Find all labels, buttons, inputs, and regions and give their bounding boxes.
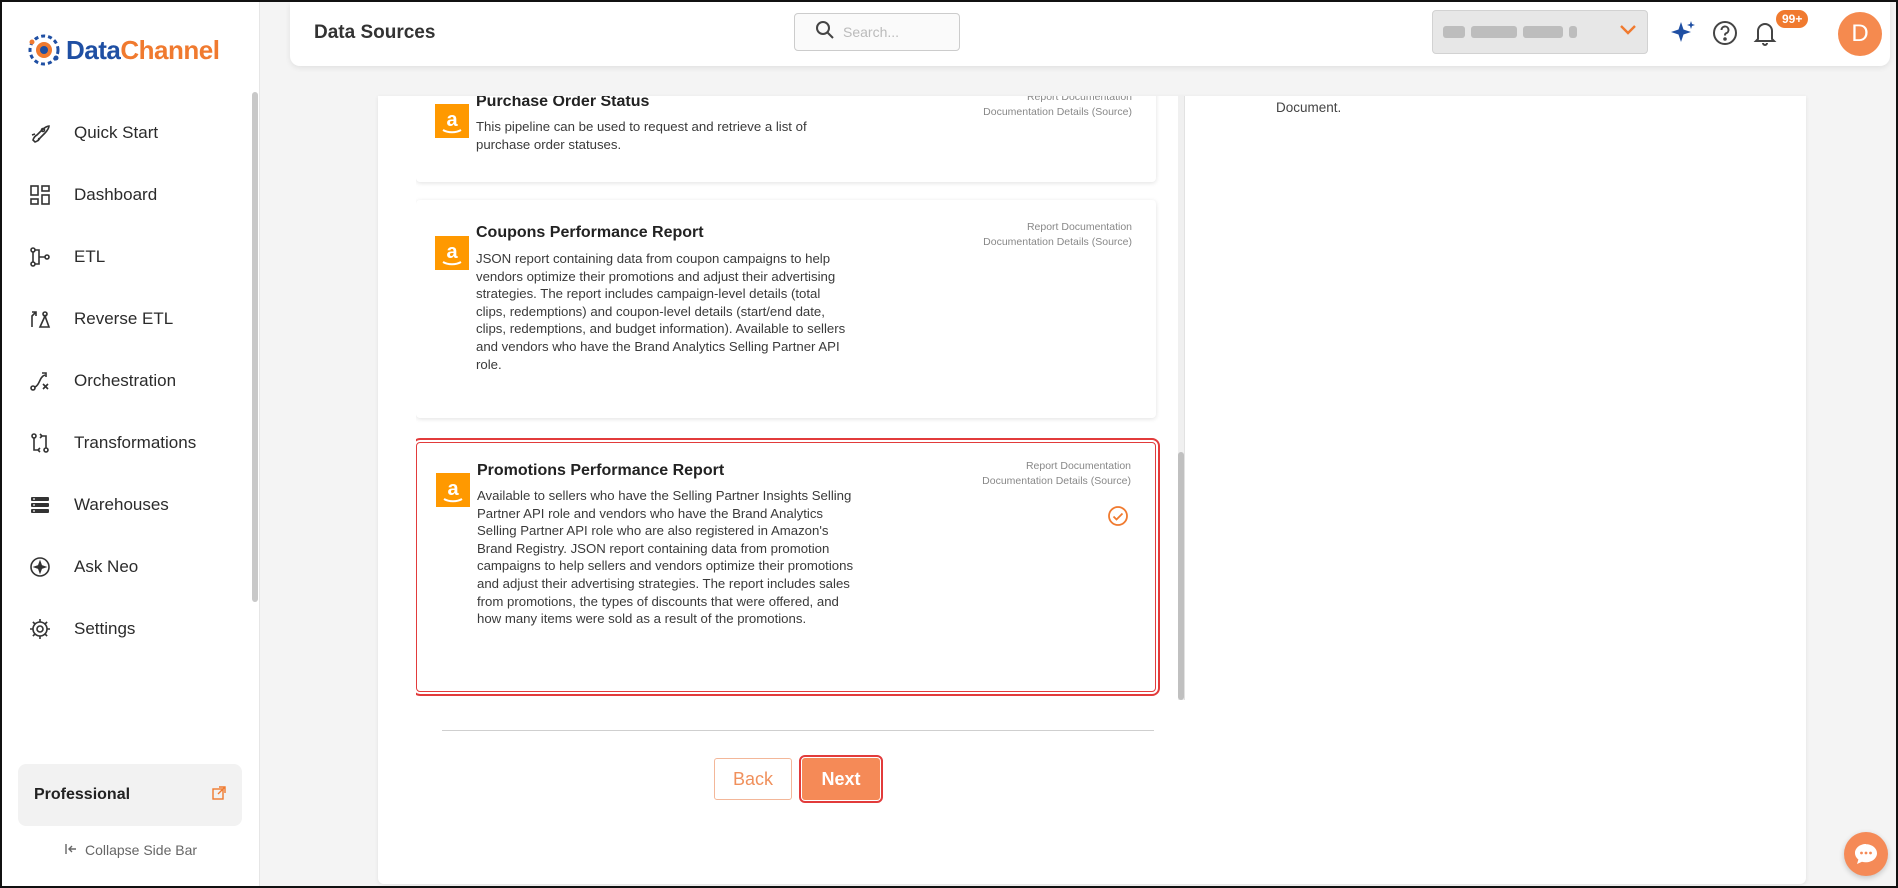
details-text: Document. bbox=[1276, 100, 1342, 115]
help-icon[interactable] bbox=[1710, 18, 1740, 48]
sidebar-item-settings[interactable]: Settings bbox=[2, 598, 252, 660]
sidebar-item-quick-start[interactable]: Quick Start bbox=[2, 102, 252, 164]
external-link-icon[interactable] bbox=[212, 785, 226, 805]
avatar[interactable]: D bbox=[1838, 12, 1882, 56]
next-button[interactable]: Next bbox=[799, 755, 883, 803]
collapse-icon bbox=[65, 842, 79, 858]
page-title: Data Sources bbox=[314, 22, 436, 43]
report-description: This pipeline can be used to request and… bbox=[476, 119, 807, 152]
check-circle-icon bbox=[1108, 506, 1128, 526]
notification-bell-icon[interactable] bbox=[1750, 18, 1780, 48]
chevron-down-icon bbox=[1619, 23, 1637, 41]
reverse-etl-icon bbox=[26, 305, 54, 333]
ask-neo-icon bbox=[26, 553, 54, 581]
sidebar-nav: Quick Start Dashboard ETL Reverse ETL Or… bbox=[2, 102, 252, 660]
amazon-logo-icon: a bbox=[436, 473, 470, 507]
svg-text:a: a bbox=[446, 241, 458, 263]
sidebar-item-reverse-etl[interactable]: Reverse ETL bbox=[2, 288, 252, 350]
sidebar-item-label: Warehouses bbox=[74, 495, 169, 514]
sidebar-item-label: Settings bbox=[74, 619, 136, 638]
search-icon bbox=[815, 20, 835, 45]
chat-button[interactable] bbox=[1844, 832, 1888, 876]
datachannel-logo-icon bbox=[28, 34, 60, 66]
sparkle-icon[interactable] bbox=[1668, 18, 1698, 48]
workspace-select[interactable] bbox=[1432, 10, 1648, 54]
back-button[interactable]: Back bbox=[714, 758, 792, 800]
plan-card[interactable]: Professional bbox=[18, 764, 242, 826]
sidebar-item-dashboard[interactable]: Dashboard bbox=[2, 164, 252, 226]
warehouses-icon bbox=[26, 491, 54, 519]
sidebar-item-label: Dashboard bbox=[74, 185, 158, 204]
plan-name: Professional bbox=[34, 786, 131, 803]
sidebar: DataChannel Quick Start Dashboard ETL Re… bbox=[2, 2, 260, 886]
dashboard-icon bbox=[26, 181, 54, 209]
report-list: a Purchase Order Status This pipeline ca… bbox=[416, 96, 1160, 700]
report-title: Promotions Performance Report bbox=[477, 462, 725, 479]
orchestration-icon bbox=[26, 367, 54, 395]
etl-icon bbox=[26, 243, 54, 271]
main-panel: a Purchase Order Status This pipeline ca… bbox=[378, 96, 1806, 884]
workspace-name-redacted bbox=[1443, 26, 1577, 38]
sidebar-scrollbar[interactable] bbox=[252, 92, 258, 602]
sidebar-item-label: Transformations bbox=[74, 433, 197, 452]
report-links: Report Documentation Documentation Detai… bbox=[983, 220, 1132, 249]
report-card-coupons-performance[interactable]: a Coupons Performance Report JSON report… bbox=[416, 200, 1156, 418]
sidebar-item-label: Quick Start bbox=[74, 123, 159, 142]
sidebar-item-label: Ask Neo bbox=[74, 557, 139, 576]
notification-badge: 99+ bbox=[1776, 10, 1809, 28]
report-title: Purchase Order Status bbox=[476, 96, 650, 110]
documentation-details-link[interactable]: Documentation Details (Source) bbox=[983, 235, 1132, 250]
sidebar-item-transformations[interactable]: Transformations bbox=[2, 412, 252, 474]
report-card-purchase-order-status[interactable]: a Purchase Order Status This pipeline ca… bbox=[416, 96, 1156, 182]
search-box[interactable] bbox=[794, 13, 960, 51]
report-description: JSON report containing data from coupon … bbox=[476, 251, 846, 372]
amazon-logo-icon: a bbox=[435, 236, 469, 270]
logo[interactable]: DataChannel bbox=[26, 32, 220, 68]
documentation-details-link[interactable]: Documentation Details (Source) bbox=[983, 105, 1132, 120]
sidebar-item-label: Orchestration bbox=[74, 371, 177, 390]
sidebar-item-orchestration[interactable]: Orchestration bbox=[2, 350, 252, 412]
documentation-details-link[interactable]: Documentation Details (Source) bbox=[982, 474, 1131, 489]
footer-divider bbox=[442, 730, 1154, 731]
chat-icon bbox=[1855, 844, 1877, 864]
report-links: Report Documentation Documentation Detai… bbox=[983, 96, 1132, 119]
sidebar-item-label: ETL bbox=[74, 247, 106, 266]
report-links: Report Documentation Documentation Detai… bbox=[982, 459, 1131, 488]
report-title: Coupons Performance Report bbox=[476, 224, 704, 241]
sidebar-item-ask-neo[interactable]: Ask Neo bbox=[2, 536, 252, 598]
collapse-label: Collapse Side Bar bbox=[84, 842, 198, 858]
report-description: Available to sellers who have the Sellin… bbox=[477, 488, 854, 627]
amazon-logo-icon: a bbox=[435, 104, 469, 138]
column-divider bbox=[1184, 96, 1185, 700]
top-header: Data Sources 99+ D bbox=[290, 2, 1890, 66]
svg-text:a: a bbox=[447, 478, 459, 500]
sidebar-item-warehouses[interactable]: Warehouses bbox=[2, 474, 252, 536]
svg-text:a: a bbox=[446, 109, 458, 131]
report-card-promotions-performance[interactable]: a Promotions Performance Report Availabl… bbox=[416, 438, 1160, 696]
sidebar-item-etl[interactable]: ETL bbox=[2, 226, 252, 288]
report-documentation-link[interactable]: Report Documentation bbox=[983, 220, 1132, 235]
transformations-icon bbox=[26, 429, 54, 457]
rocket-icon bbox=[26, 119, 54, 147]
collapse-sidebar-button[interactable]: Collapse Side Bar bbox=[2, 842, 260, 858]
logo-text: DataChannel bbox=[66, 34, 220, 65]
sidebar-item-label: Reverse ETL bbox=[74, 309, 174, 328]
report-documentation-link[interactable]: Report Documentation bbox=[982, 459, 1131, 474]
report-documentation-link[interactable]: Report Documentation bbox=[983, 96, 1132, 105]
search-input[interactable] bbox=[843, 24, 953, 40]
gear-icon bbox=[26, 615, 54, 643]
